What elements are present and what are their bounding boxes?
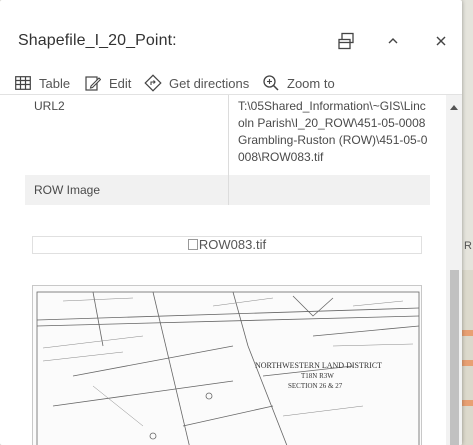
scroll-up-arrow-icon[interactable] (450, 105, 458, 110)
zoom-to-action-label: Zoom to (287, 75, 335, 91)
edit-icon (84, 74, 102, 92)
attribute-value: T:\05Shared_Information\~GIS\Lincoln Par… (228, 95, 430, 175)
survey-drawing: NORTHWESTERN LAND DISTRICT T18N R3W SECT… (36, 291, 420, 445)
attribute-row: ROW Image (25, 175, 430, 205)
close-button[interactable] (430, 30, 452, 52)
scroll-thumb[interactable] (450, 270, 459, 445)
dock-button[interactable] (335, 30, 357, 52)
directions-icon (144, 74, 162, 92)
image-alt-label: ROW083.tif (198, 237, 267, 252)
table-action[interactable]: Table (14, 74, 70, 92)
chevron-up-icon (388, 38, 398, 44)
map-strip (462, 400, 473, 406)
attribute-key: URL2 (34, 99, 65, 113)
popup-header: Shapefile_I_20_Point: (0, 0, 462, 72)
table-action-label: Table (39, 75, 71, 91)
close-icon (436, 36, 446, 46)
attribute-value (228, 175, 430, 205)
zoom-to-action[interactable]: Zoom to (262, 74, 335, 92)
map-strip (462, 330, 473, 336)
row-drawing-image[interactable]: NORTHWESTERN LAND DISTRICT T18N R3W SECT… (32, 285, 422, 445)
attribute-key: ROW Image (34, 183, 101, 197)
table-icon (14, 74, 32, 92)
broken-image-icon (187, 239, 198, 250)
collapse-button[interactable] (382, 30, 404, 52)
drawing-district: NORTHWESTERN LAND DISTRICT (255, 361, 382, 370)
edit-action[interactable]: Edit (84, 74, 131, 92)
drawing-township: T18N R3W (301, 372, 334, 380)
map-label: R (464, 240, 472, 252)
scrollbar[interactable] (446, 95, 462, 445)
zoom-to-icon (262, 74, 280, 92)
drawing-section: SECTION 26 & 27 (288, 382, 343, 390)
map-strip (462, 270, 473, 445)
get-directions-action[interactable]: Get directions (144, 74, 249, 92)
feature-popup: Shapefile_I_20_Point: Table Edit Get dir… (0, 0, 462, 445)
dock-icon (338, 32, 354, 50)
image-alt-text[interactable]: ROW083.tif (32, 236, 422, 254)
map-strip (462, 360, 473, 366)
edit-action-label: Edit (109, 75, 132, 91)
action-bar: Table Edit Get directions Zoom to (0, 72, 462, 95)
get-directions-action-label: Get directions (169, 75, 250, 91)
popup-title: Shapefile_I_20_Point: (18, 32, 177, 49)
popup-content[interactable]: URL2 T:\05Shared_Information\~GIS\Lincol… (0, 95, 446, 445)
attribute-row: URL2 T:\05Shared_Information\~GIS\Lincol… (25, 95, 430, 175)
